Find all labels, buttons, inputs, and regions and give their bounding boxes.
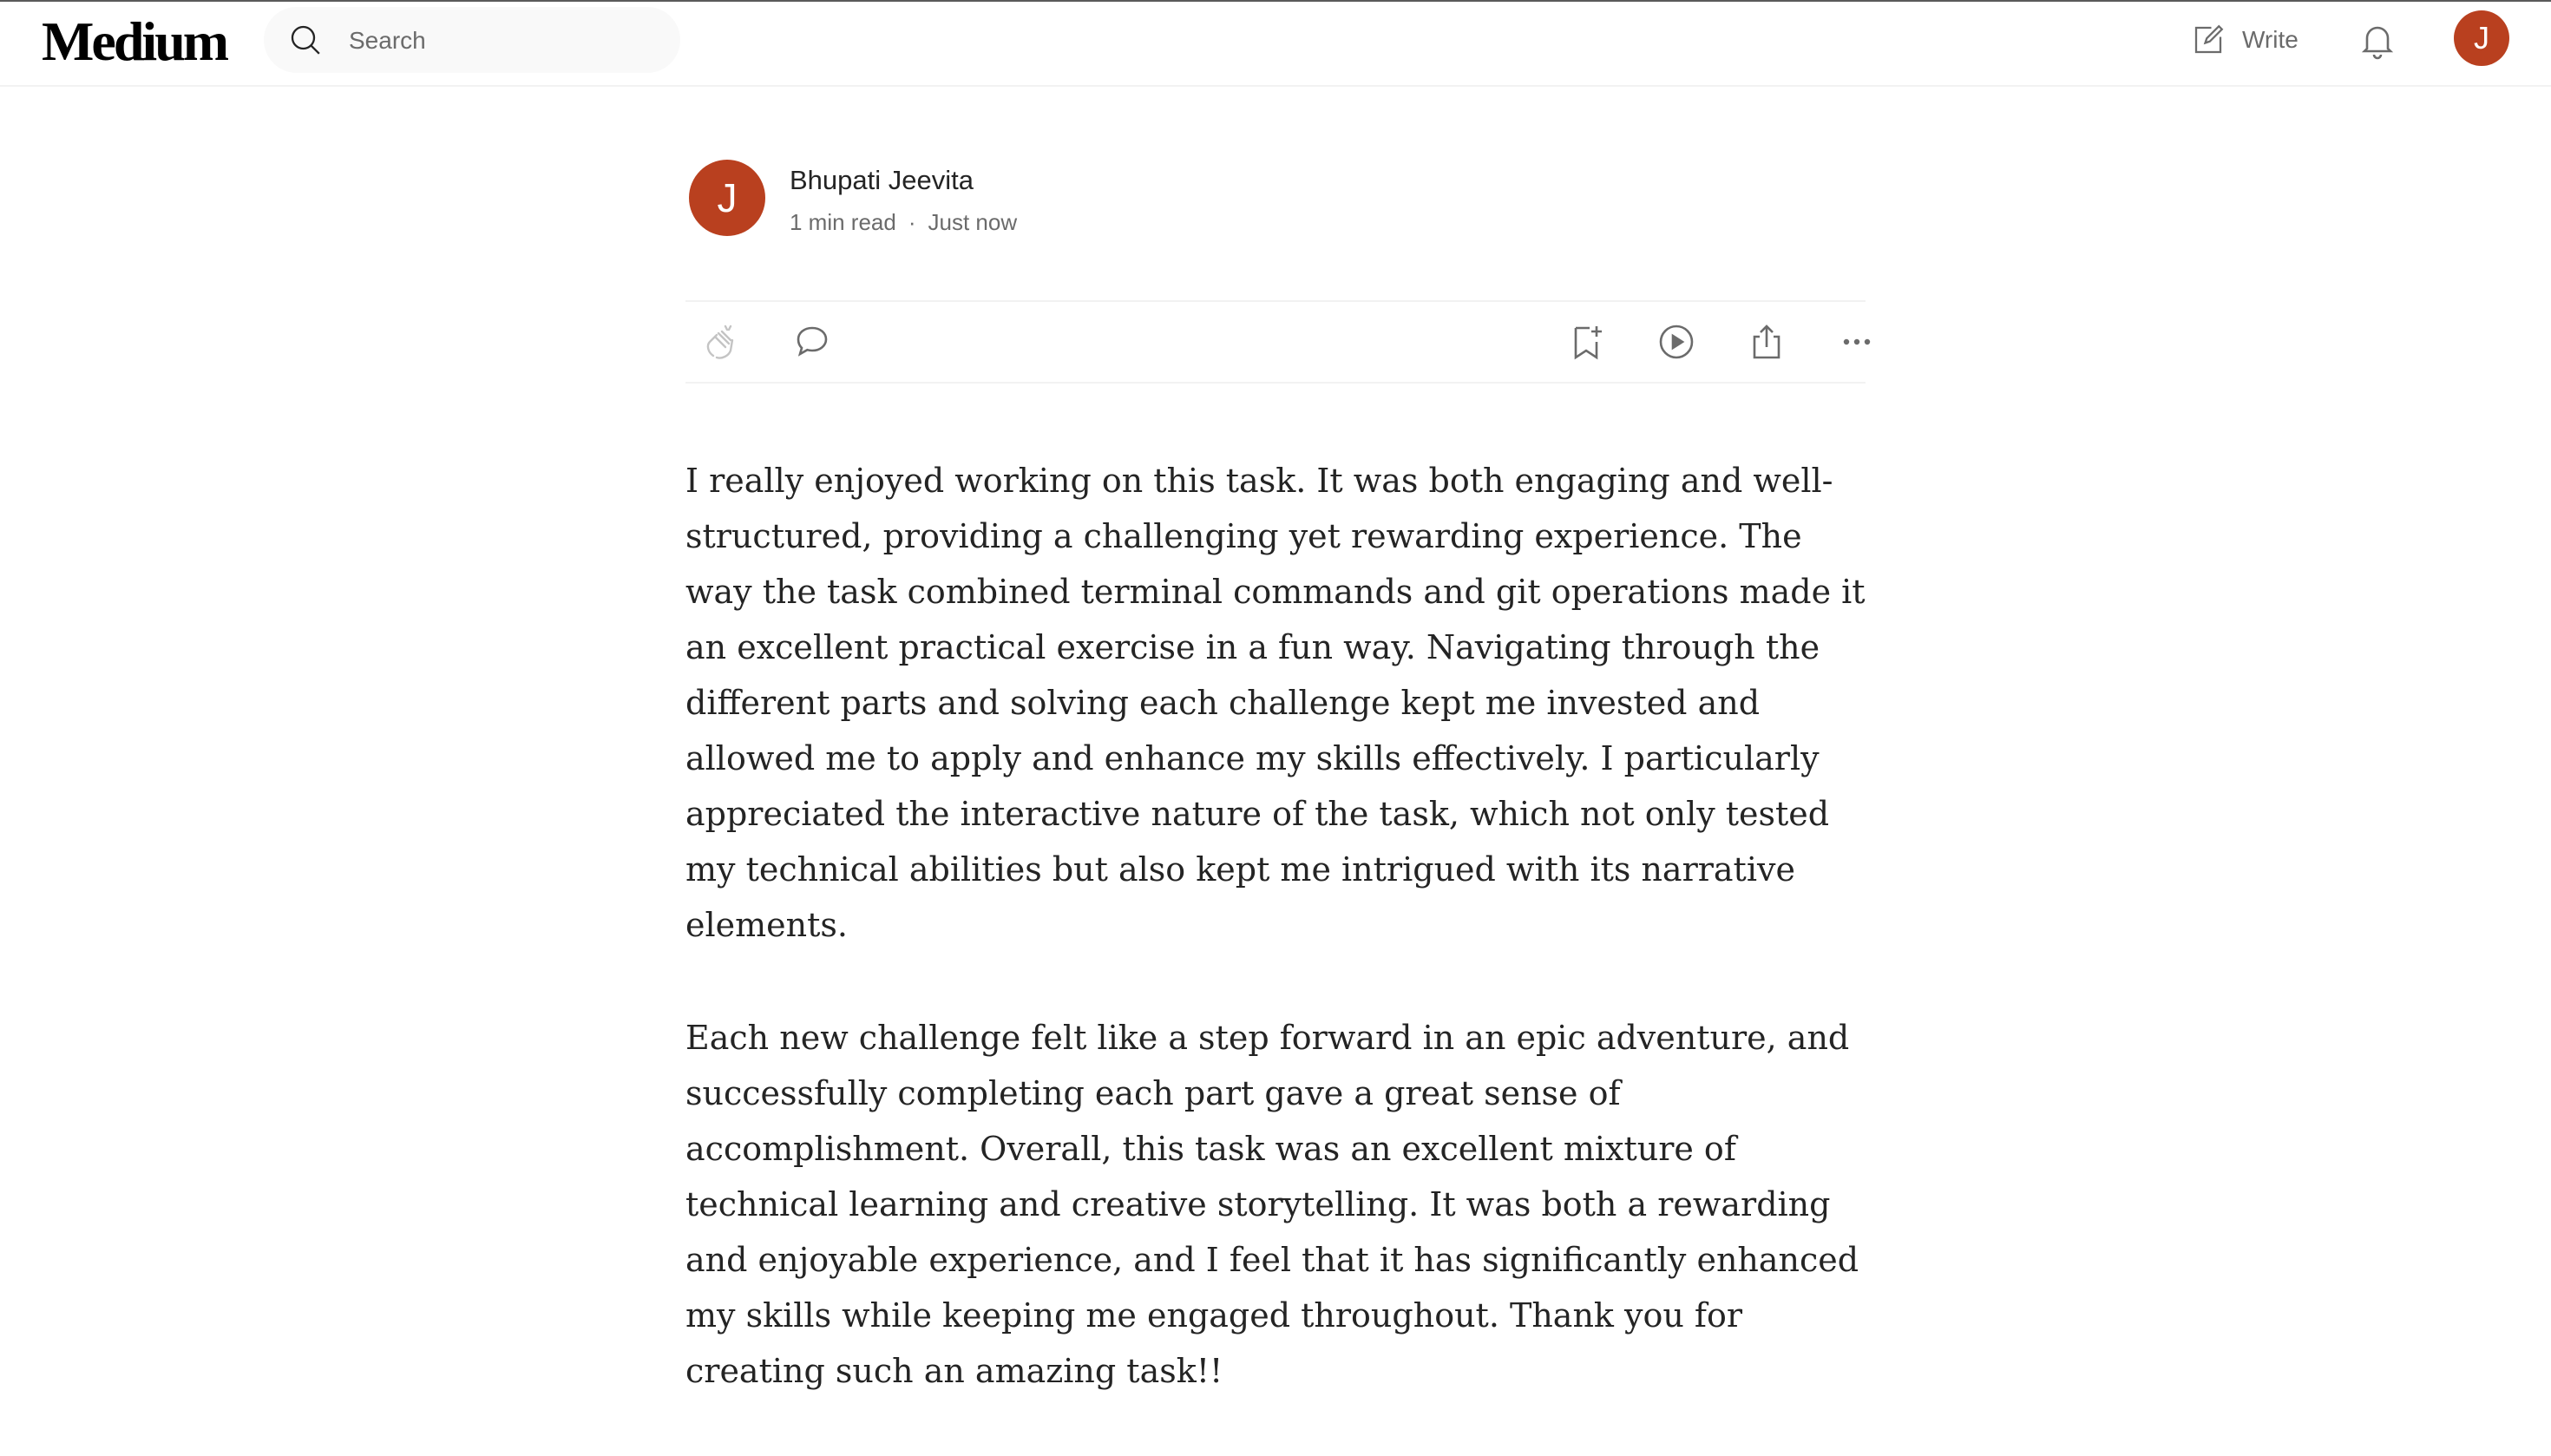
search-icon <box>291 25 320 55</box>
comment-icon[interactable] <box>791 321 833 363</box>
author-name[interactable]: Bhupati Jeevita <box>790 163 974 198</box>
clap-icon[interactable] <box>701 321 743 363</box>
listen-play-icon[interactable] <box>1656 321 1697 363</box>
top-navbar: Medium Write J <box>0 2 2551 87</box>
author-avatar[interactable]: J <box>689 160 765 236</box>
more-options-icon[interactable] <box>1836 321 1878 363</box>
medium-logo[interactable]: Medium <box>42 10 229 73</box>
article-paragraph: Each new challenge felt like a step forw… <box>685 1019 1859 1390</box>
search-bar[interactable] <box>264 7 680 73</box>
meta-separator: · <box>908 209 916 235</box>
publish-time: Just now <box>928 209 1018 235</box>
notifications-bell-icon[interactable] <box>2357 19 2398 61</box>
article-body: I really enjoyed working on this task. I… <box>685 453 1874 1456</box>
article-action-bar <box>685 300 1871 384</box>
article-paragraph: I really enjoyed working on this task. I… <box>685 462 1866 944</box>
write-icon <box>2194 24 2224 54</box>
read-time: 1 min read <box>790 209 896 235</box>
share-icon[interactable] <box>1746 321 1787 363</box>
article-meta: 1 min read · Just now <box>790 207 1017 238</box>
search-input[interactable] <box>347 19 663 62</box>
write-label: Write <box>2242 26 2299 53</box>
user-avatar[interactable]: J <box>2454 10 2509 66</box>
bookmark-add-icon[interactable] <box>1565 321 1607 363</box>
write-button[interactable]: Write <box>2190 19 2299 61</box>
